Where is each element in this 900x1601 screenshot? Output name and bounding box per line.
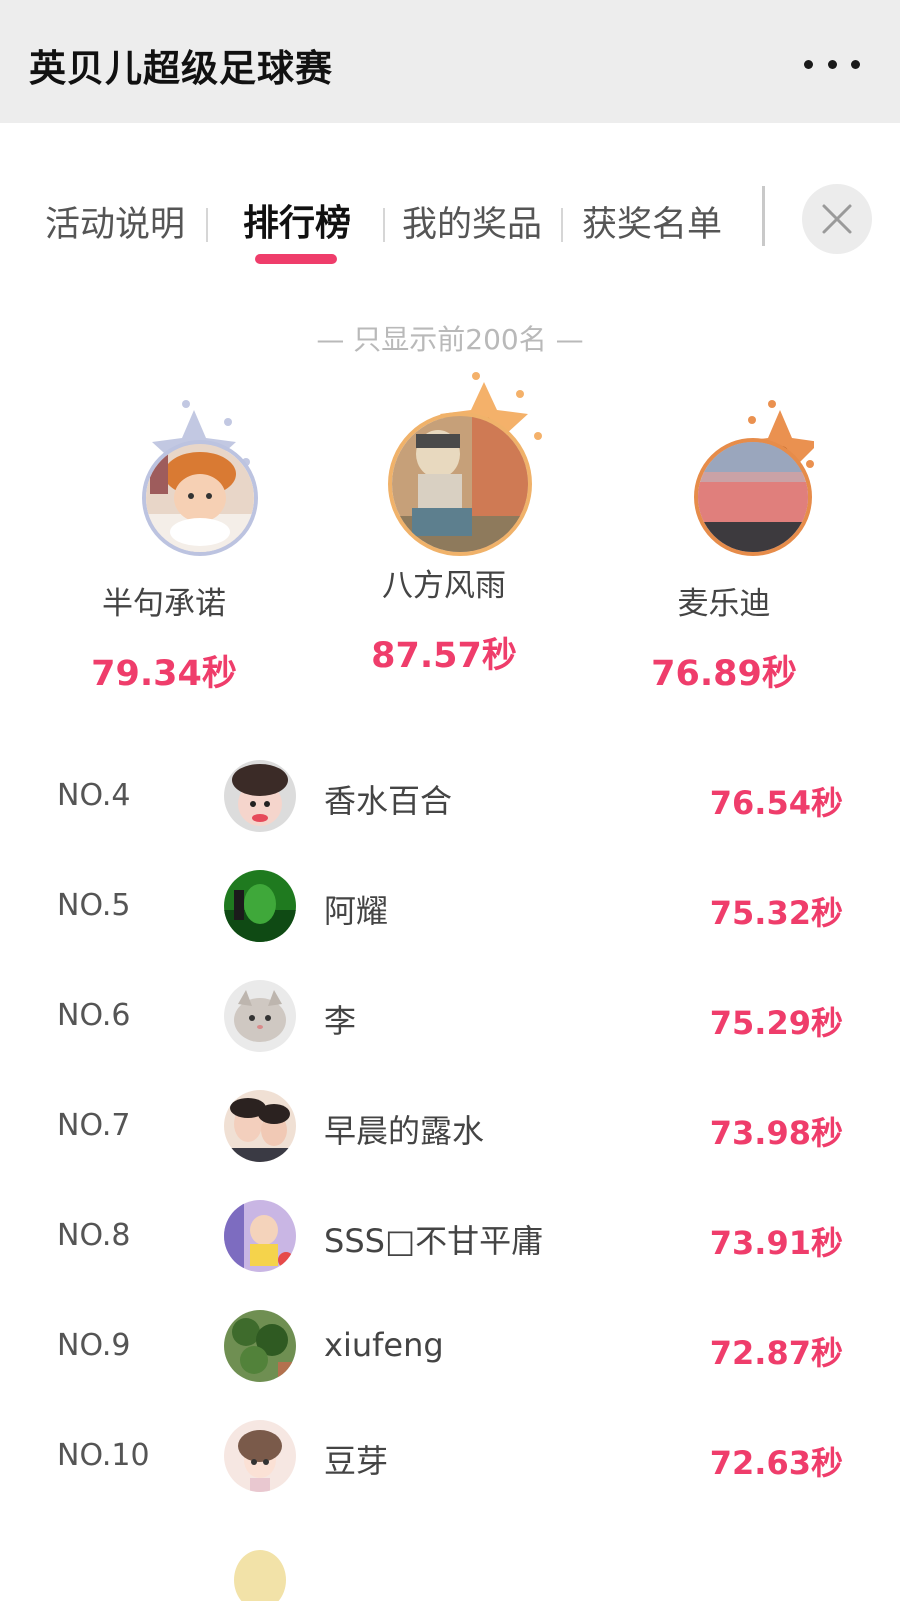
- tab-winners[interactable]: 获奖名单: [582, 196, 722, 247]
- rank-label: NO.10: [57, 1438, 150, 1473]
- avatar-girl-crying: [224, 760, 296, 832]
- player-score: 75.29秒: [709, 1004, 843, 1042]
- player-score: 72.63秒: [709, 1444, 843, 1482]
- podium-score: 76.89秒: [651, 654, 797, 694]
- title-bar: 英贝儿超级足球赛: [0, 0, 900, 123]
- list-item[interactable]: NO.10 豆芽 72.63秒: [0, 1400, 900, 1510]
- podium-second[interactable]: 2 半句承诺 79.34秒: [44, 390, 284, 696]
- list-item[interactable]: NO.4 香水百合 76.54秒: [0, 740, 900, 850]
- list-item[interactable]: NO.9 xiufeng 72.87秒: [0, 1290, 900, 1400]
- podium-name: 八方风雨: [382, 568, 506, 604]
- player-score: 75.32秒: [709, 894, 843, 932]
- tab-activity-info[interactable]: 活动说明: [45, 196, 185, 247]
- rank-label: NO.5: [57, 888, 131, 923]
- list-item[interactable]: NO.8 SSS□不甘平庸 73.91秒: [0, 1180, 900, 1290]
- player-score: 73.91秒: [709, 1224, 843, 1262]
- rank-label: NO.7: [57, 1108, 131, 1143]
- avatar-green-photo: [224, 870, 296, 942]
- avatar-toddler: [224, 1200, 296, 1272]
- ranking-list: NO.4 香水百合 76.54秒 NO.5 阿耀 75.32秒 NO.6 李 7…: [0, 740, 900, 1510]
- tab-leaderboard[interactable]: 排行榜: [243, 194, 351, 246]
- tab-separator: [206, 208, 208, 242]
- player-name: 李: [324, 1002, 357, 1040]
- player-name: 早晨的露水: [324, 1112, 485, 1150]
- close-button[interactable]: [802, 184, 872, 254]
- podium-name: 半句承诺: [102, 586, 226, 622]
- podium-score: 87.57秒: [371, 636, 517, 676]
- tab-separator: [383, 208, 385, 242]
- player-score: 72.87秒: [709, 1334, 843, 1372]
- avatar-plant: [224, 1310, 296, 1382]
- rank-label: NO.4: [57, 778, 131, 813]
- rank-label: NO.6: [57, 998, 131, 1033]
- list-item[interactable]: NO.5 阿耀 75.32秒: [0, 850, 900, 960]
- podium-third[interactable]: 3 麦乐迪 76.89秒: [604, 390, 844, 696]
- avatar-cartoon-girl: [224, 1420, 296, 1492]
- player-name: xiufeng: [324, 1326, 444, 1364]
- tab-my-prizes[interactable]: 我的奖品: [402, 196, 542, 247]
- player-name: 阿耀: [324, 892, 389, 930]
- more-dots-icon[interactable]: [804, 46, 860, 82]
- avatar-anime-boy: [388, 412, 532, 556]
- list-item[interactable]: NO.7 早晨的露水 73.98秒: [0, 1070, 900, 1180]
- avatar-baby: [142, 440, 258, 556]
- rank-label: NO.8: [57, 1218, 131, 1253]
- close-icon: [822, 204, 852, 234]
- podium-name: 麦乐迪: [677, 586, 771, 622]
- podium-first[interactable]: 1 八方风雨 87.57秒: [324, 370, 564, 678]
- rank-label: NO.9: [57, 1328, 131, 1363]
- active-tab-indicator: [255, 254, 337, 264]
- avatar-sunset: [694, 438, 812, 556]
- player-name: 香水百合: [324, 782, 453, 820]
- tab-bar: 活动说明 排行榜 我的奖品 获奖名单: [0, 178, 900, 268]
- list-item[interactable]: NO.6 李 75.29秒: [0, 960, 900, 1070]
- top-200-notice: — 只显示前200名 —: [316, 323, 584, 356]
- player-name: SSS□不甘平庸: [324, 1222, 544, 1260]
- player-name: 豆芽: [324, 1442, 389, 1480]
- podium-score: 79.34秒: [91, 654, 237, 694]
- avatar-partial: [234, 1546, 286, 1601]
- avatar-two-girls: [224, 1090, 296, 1162]
- tab-scroll-edge: [762, 186, 765, 246]
- tab-separator: [561, 208, 563, 242]
- player-score: 73.98秒: [709, 1114, 843, 1152]
- player-score: 76.54秒: [709, 784, 843, 822]
- page-title: 英贝儿超级足球赛: [29, 47, 333, 90]
- avatar-cat: [224, 980, 296, 1052]
